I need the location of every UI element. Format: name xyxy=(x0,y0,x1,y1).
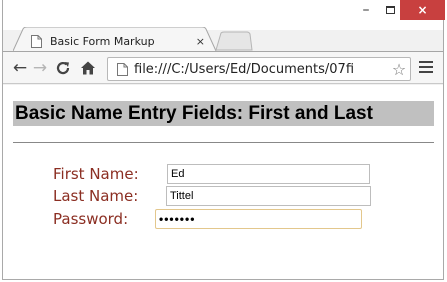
close-button[interactable]: × xyxy=(400,0,445,20)
minimize-button[interactable]: – xyxy=(355,0,377,20)
tab-strip: Basic Form Markup × – × xyxy=(3,0,445,51)
first-name-input[interactable]: Ed xyxy=(167,164,370,184)
password-label: Password: xyxy=(53,210,129,228)
home-glyph xyxy=(81,61,95,75)
page-icon xyxy=(31,34,42,48)
maximize-button[interactable] xyxy=(379,0,401,20)
page-heading: Basic Name Entry Fields: First and Last xyxy=(13,101,434,126)
first-name-label: First Name: xyxy=(53,165,139,183)
last-name-label: Last Name: xyxy=(53,187,139,205)
forward-arrow-icon[interactable]: → xyxy=(31,58,49,78)
first-name-row: First Name: Ed xyxy=(53,163,370,185)
page-content: Basic Name Entry Fields: First and Last … xyxy=(3,85,443,279)
bookmark-star-icon[interactable]: ☆ xyxy=(388,60,410,79)
browser-window: Basic Form Markup × – × ← → file:///C:/U… xyxy=(2,0,445,280)
new-tab-button[interactable] xyxy=(215,31,253,51)
url-text[interactable]: file:///C:/Users/Ed/Documents/07fi xyxy=(134,62,388,77)
tab-content: Basic Form Markup × xyxy=(31,32,211,50)
back-arrow-icon[interactable]: ← xyxy=(11,58,29,78)
password-row: Password: ••••••• xyxy=(53,208,362,230)
password-input[interactable]: ••••••• xyxy=(155,209,362,229)
menu-icon[interactable] xyxy=(419,61,433,75)
address-bar[interactable]: file:///C:/Users/Ed/Documents/07fi ☆ xyxy=(107,57,411,81)
horizontal-rule xyxy=(13,142,434,143)
reload-icon[interactable] xyxy=(54,58,72,78)
browser-toolbar: ← → file:///C:/Users/Ed/Documents/07fi ☆ xyxy=(3,51,443,84)
maximize-icon xyxy=(385,6,395,14)
home-icon[interactable] xyxy=(79,58,97,78)
reload-glyph xyxy=(56,61,70,75)
tab-close-icon[interactable]: × xyxy=(196,35,205,48)
page-icon xyxy=(117,62,128,76)
last-name-row: Last Name: Tittel xyxy=(53,185,371,207)
last-name-input[interactable]: Tittel xyxy=(166,186,371,206)
tab-title: Basic Form Markup xyxy=(50,34,155,48)
